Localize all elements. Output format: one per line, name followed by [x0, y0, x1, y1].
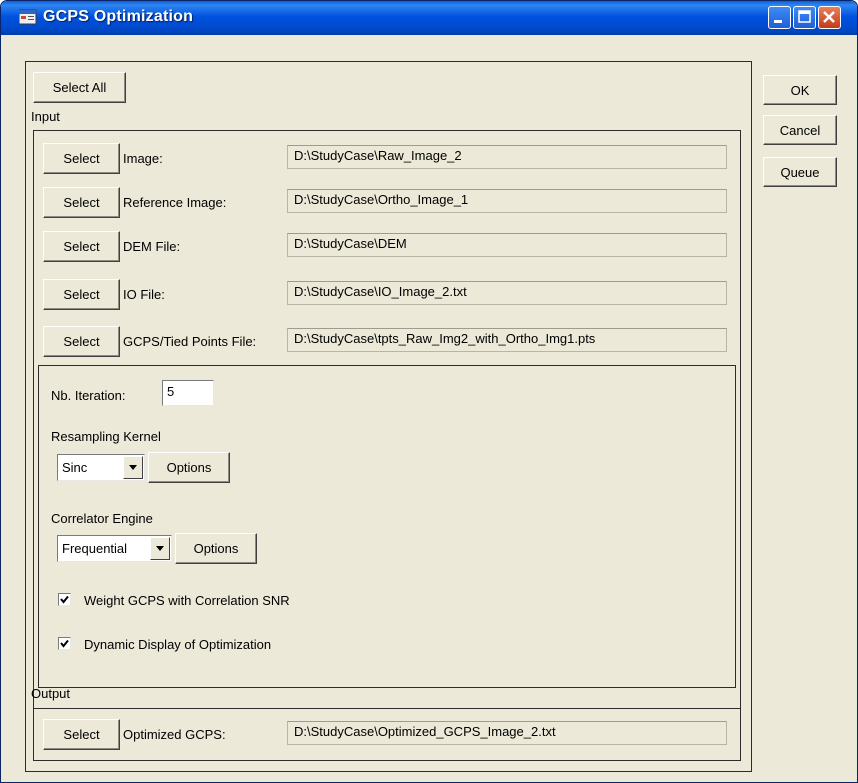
- gcps-optimization-window: GCPS Optimization Select All Input Selec…: [0, 0, 858, 783]
- correlator-engine-label: Correlator Engine: [51, 511, 153, 526]
- chevron-down-icon[interactable]: [150, 537, 170, 560]
- weight-gcps-label[interactable]: Weight GCPS with Correlation SNR: [84, 593, 290, 608]
- select-io-file-button[interactable]: Select: [43, 279, 120, 310]
- gcps-tied-points-label: GCPS/Tied Points File:: [123, 334, 257, 349]
- app-window-icon: [18, 9, 37, 25]
- close-icon: [823, 11, 835, 23]
- output-section-label: Output: [31, 686, 71, 701]
- dem-file-label: DEM File:: [123, 239, 181, 254]
- optimized-gcps-path-field: D:\StudyCase\Optimized_GCPS_Image_2.txt: [287, 721, 727, 745]
- ok-button[interactable]: OK: [763, 75, 837, 105]
- title-bar[interactable]: GCPS Optimization: [1, 1, 857, 35]
- dialog-client: Select All Input Select Image: D:\StudyC…: [5, 35, 853, 780]
- minimize-icon: [774, 20, 782, 23]
- queue-button[interactable]: Queue: [763, 157, 837, 187]
- cancel-button[interactable]: Cancel: [763, 115, 837, 145]
- checkmark-icon: [60, 595, 69, 604]
- image-path-field: D:\StudyCase\Raw_Image_2: [287, 145, 727, 169]
- iterations-input[interactable]: 5: [162, 380, 214, 406]
- resampling-kernel-select[interactable]: Sinc: [57, 454, 145, 481]
- input-section-label: Input: [31, 109, 60, 124]
- resampling-kernel-label: Resampling Kernel: [51, 429, 161, 444]
- checkmark-icon: [60, 639, 69, 648]
- minimize-button[interactable]: [768, 6, 791, 29]
- select-reference-image-button[interactable]: Select: [43, 187, 120, 218]
- maximize-icon: [798, 10, 811, 23]
- dem-file-path-field: D:\StudyCase\DEM: [287, 233, 727, 257]
- select-image-button[interactable]: Select: [43, 143, 120, 174]
- window-title: GCPS Optimization: [43, 8, 194, 25]
- chevron-down-icon[interactable]: [123, 456, 143, 479]
- resampling-options-button[interactable]: Options: [148, 452, 230, 483]
- dynamic-display-label[interactable]: Dynamic Display of Optimization: [84, 637, 271, 652]
- correlator-options-button[interactable]: Options: [175, 533, 257, 564]
- select-dem-file-button[interactable]: Select: [43, 231, 120, 262]
- correlator-engine-select[interactable]: Frequential: [57, 535, 172, 562]
- close-button[interactable]: [818, 6, 841, 29]
- correlator-engine-value: Frequential: [62, 541, 128, 556]
- reference-image-label: Reference Image:: [123, 195, 227, 210]
- select-optimized-gcps-button[interactable]: Select: [43, 719, 120, 750]
- iterations-label: Nb. Iteration:: [51, 388, 126, 403]
- resampling-kernel-value: Sinc: [62, 460, 88, 475]
- io-file-label: IO File:: [123, 287, 165, 302]
- dynamic-display-checkbox[interactable]: [58, 637, 71, 650]
- select-all-button[interactable]: Select All: [33, 72, 126, 103]
- weight-gcps-checkbox[interactable]: [58, 593, 71, 606]
- io-file-path-field: D:\StudyCase\IO_Image_2.txt: [287, 281, 727, 305]
- optimized-gcps-label: Optimized GCPS:: [123, 727, 226, 742]
- reference-image-path-field: D:\StudyCase\Ortho_Image_1: [287, 189, 727, 213]
- select-gcps-tied-points-button[interactable]: Select: [43, 326, 120, 357]
- maximize-button[interactable]: [793, 6, 816, 29]
- gcps-tied-points-path-field: D:\StudyCase\tpts_Raw_Img2_with_Ortho_Im…: [287, 328, 727, 352]
- image-label: Image:: [123, 151, 163, 166]
